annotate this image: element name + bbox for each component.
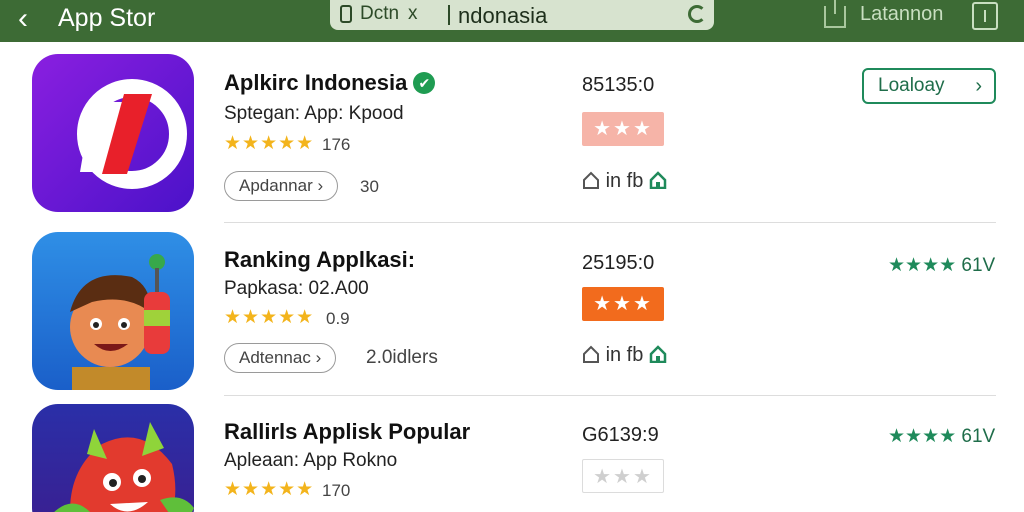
share-icon[interactable] — [824, 0, 846, 28]
rating-count: 176 — [322, 135, 351, 154]
app-icon[interactable] — [32, 232, 194, 390]
home-icon[interactable] — [582, 345, 600, 363]
app-subtitle: Sptegan: App: Kpood — [224, 103, 404, 124]
rating-stars: ★★★★★ — [224, 307, 315, 328]
download-count: 25195:0 — [582, 252, 655, 274]
rating-count: 0.9 — [326, 309, 350, 328]
verified-icon: ✔ — [413, 72, 436, 94]
rating-count: 170 — [322, 481, 351, 500]
app-icon[interactable] — [32, 54, 194, 212]
lock-icon — [340, 5, 352, 23]
home-icon[interactable] — [582, 171, 600, 189]
menu-icon[interactable] — [972, 2, 998, 30]
social-text[interactable]: in fb — [606, 344, 644, 366]
rating-box-stars: ★★★ — [593, 293, 653, 315]
pill-extra: 30 — [360, 177, 379, 196]
clear-icon[interactable]: x — [408, 3, 418, 25]
load-button[interactable]: Loaloay › — [862, 68, 996, 104]
app-subtitle: Apleaan: App Rokno — [224, 450, 398, 471]
right-rating-stars: ★★★★ — [888, 426, 957, 447]
back-icon[interactable]: ‹ — [18, 4, 48, 36]
social-links: in fb — [582, 344, 667, 367]
text-cursor — [448, 5, 450, 25]
rating-box: ★★★ — [582, 112, 664, 146]
rating-stars: ★★★★★ — [224, 133, 315, 154]
social-text[interactable]: in fb — [606, 170, 644, 192]
refresh-icon[interactable] — [688, 5, 706, 23]
app-icon[interactable] — [32, 404, 194, 512]
dragon-character-icon — [54, 422, 194, 512]
search-input[interactable]: Dctn x ndonasia — [330, 0, 714, 30]
divider — [224, 222, 996, 223]
top-bar: ‹ App Stor Dctn x ndonasia Latannon — [0, 0, 1024, 42]
divider — [224, 395, 996, 396]
rating-stars: ★★★★★ — [224, 479, 315, 500]
category-pill[interactable]: Apdannar › — [224, 171, 339, 201]
right-rating-stars: ★★★★ — [888, 255, 957, 276]
rating-box: ★★★ — [582, 287, 664, 321]
load-button-label: Loaloay — [878, 75, 945, 96]
pill-extra: 2.0idlers — [366, 347, 438, 368]
right-rating-count: 61V — [961, 255, 996, 276]
search-query: ndonasia — [458, 3, 548, 28]
download-count: G6139:9 — [582, 424, 659, 446]
rating-box-stars: ★★★ — [593, 466, 653, 488]
social-links: in fb — [582, 170, 667, 193]
store-icon[interactable] — [649, 171, 667, 189]
pill-label: Adtennac — [239, 348, 311, 367]
app-logo-icon — [77, 79, 187, 189]
right-rating-count: 61V — [961, 426, 996, 447]
right-rating: ★★★★ 61V — [888, 254, 995, 277]
app-subtitle: Papkasa: 02.A00 — [224, 278, 369, 299]
language-selector[interactable]: Latannon — [860, 3, 943, 26]
chevron-right-icon: › — [975, 75, 982, 97]
store-icon[interactable] — [649, 345, 667, 363]
search-query-prefix: Dctn — [360, 3, 400, 24]
app-name-text: Aplkirc Indonesia — [224, 70, 408, 95]
rating-box: ★★★ — [582, 459, 664, 493]
app-name[interactable]: Ranking Applkasi: — [224, 247, 415, 273]
app-name[interactable]: Rallirls Applisk Popular — [224, 419, 470, 445]
app-name[interactable]: Aplkirc Indonesia ✔ — [224, 70, 436, 96]
rating-box-stars: ★★★ — [593, 118, 653, 140]
category-pill[interactable]: Adtennac › — [224, 343, 337, 373]
pill-label: Apdannar — [239, 176, 313, 195]
page-title: App Stor — [58, 4, 156, 32]
cartoon-character-icon — [70, 254, 170, 390]
download-count: 85135:0 — [582, 74, 655, 96]
right-rating: ★★★★ 61V — [888, 425, 995, 448]
